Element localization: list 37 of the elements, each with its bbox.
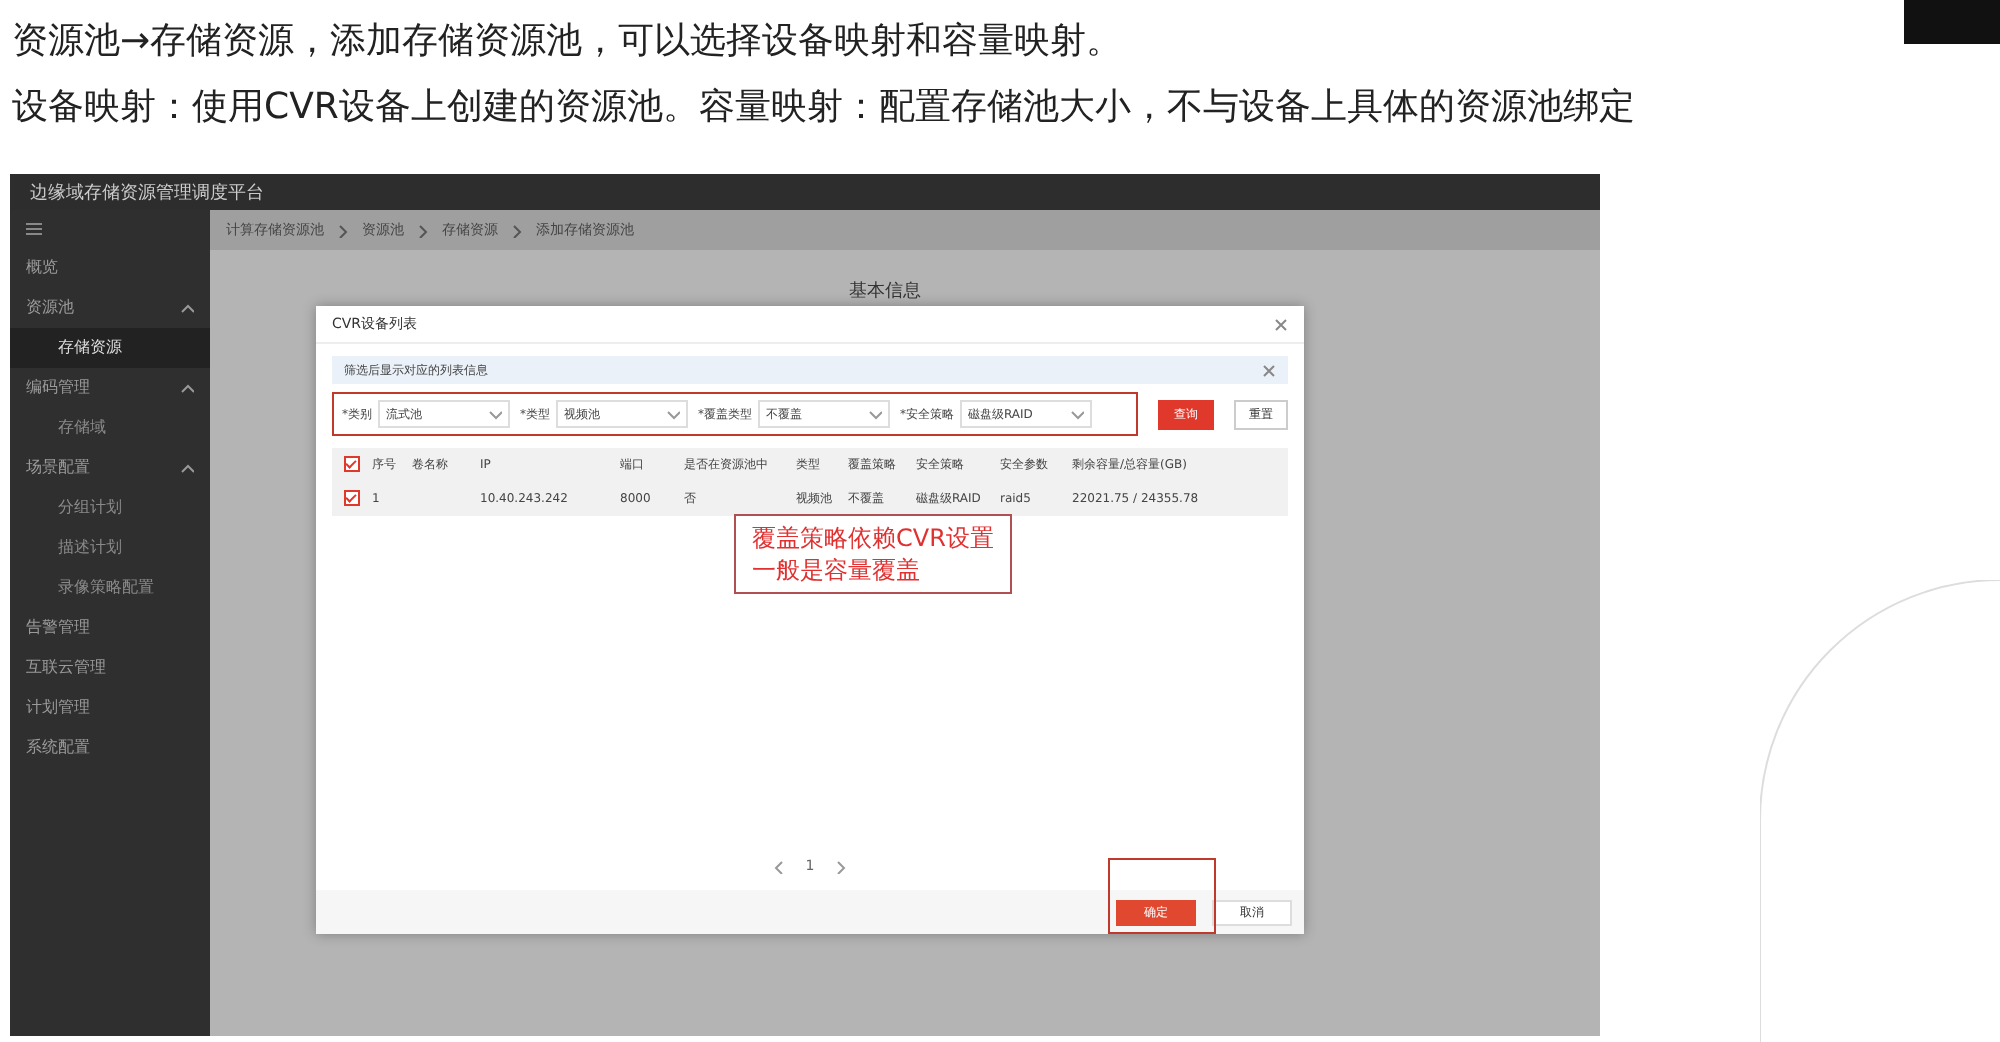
sidebar-subitem[interactable]: 分组计划 xyxy=(10,488,210,528)
sidebar-item[interactable]: 编码管理 xyxy=(10,368,210,408)
sidebar-item[interactable]: 互联云管理 xyxy=(10,648,210,688)
sidebar-item[interactable]: 系统配置 xyxy=(10,728,210,768)
sidebar-item[interactable]: 场景配置 xyxy=(10,448,210,488)
chevron-icon[interactable] xyxy=(180,302,194,316)
chevron-icon[interactable] xyxy=(180,382,194,396)
annotation-note: 覆盖策略依赖CVR设置 一般是容量覆盖 xyxy=(734,514,1012,594)
sidebar-subitem[interactable]: 描述计划 xyxy=(10,528,210,568)
close-icon[interactable] xyxy=(1262,363,1276,377)
sidebar-item[interactable]: 计划管理 xyxy=(10,688,210,728)
menu-icon[interactable] xyxy=(26,222,42,236)
separator-icon[interactable] xyxy=(416,223,430,237)
chevron-icon[interactable] xyxy=(868,407,882,421)
close-icon[interactable] xyxy=(1274,317,1288,331)
section-title: 基本信息 xyxy=(849,279,921,304)
checkbox[interactable] xyxy=(344,489,360,505)
sidebar-item[interactable]: 资源池 xyxy=(10,288,210,328)
app-title: 边缘域存储资源管理调度平台 xyxy=(10,174,1600,210)
sidebar-item[interactable]: 告警管理 xyxy=(10,608,210,648)
highlight-frame xyxy=(1108,858,1216,934)
chevron-icon[interactable] xyxy=(1070,407,1084,421)
sidebar-subitem[interactable]: 存储资源 xyxy=(10,328,210,368)
sidebar-subitem[interactable]: 录像策略配置 xyxy=(10,568,210,608)
sidebar-item[interactable]: 概览 xyxy=(10,248,210,288)
sidebar-subitem[interactable]: 存储域 xyxy=(10,408,210,448)
chevron-icon[interactable] xyxy=(666,407,680,421)
separator-icon[interactable] xyxy=(336,223,350,237)
instruction-text: 资源池→存储资源，添加存储资源池，可以选择设备映射和容量映射。 xyxy=(12,18,1123,66)
separator-icon[interactable] xyxy=(510,223,524,237)
previous-page-icon[interactable] xyxy=(771,859,786,873)
video-thumbnail xyxy=(1904,0,2000,44)
chevron-icon[interactable] xyxy=(488,407,502,421)
next-page-icon[interactable] xyxy=(834,859,849,873)
chevron-icon[interactable] xyxy=(180,462,194,476)
instruction-text: 设备映射：使用CVR设备上创建的资源池。容量映射：配置存储池大小，不与设备上具体的资源池绑定 xyxy=(12,84,1635,132)
checkbox[interactable] xyxy=(344,455,360,471)
